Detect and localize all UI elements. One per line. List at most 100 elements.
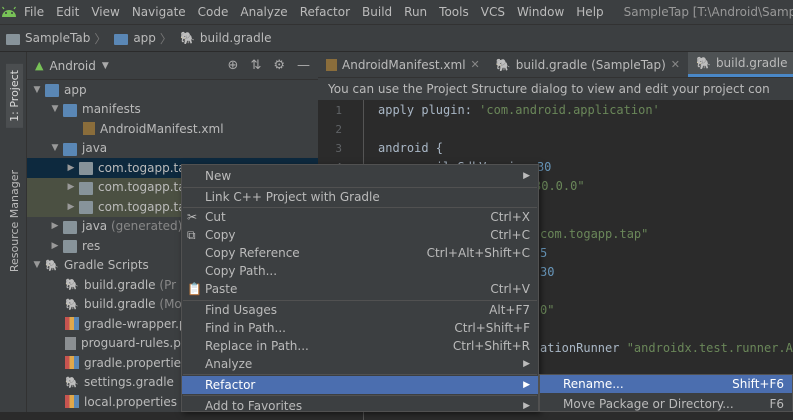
menu-item-link-cpp[interactable]: Link C++ Project with Gradle [182,188,538,206]
code-line: ationRunner "androidx.test.runner.And [540,341,793,355]
menu-item-copy[interactable]: ⧉ Copy Ctrl+C [182,226,538,244]
collapsed-arrow-icon[interactable]: ▶ [65,202,77,212]
folder-icon [6,33,20,45]
menu-item-refactor[interactable]: Refactor ▶ [182,376,538,394]
folder-icon [63,103,77,117]
tree-item-hint: (generated) [110,219,183,234]
breadcrumb-item-app[interactable]: app [108,31,158,45]
close-icon[interactable]: ✕ [471,58,480,71]
paste-icon: 📋 [187,281,202,296]
tree-item-label: gradle.propertie [84,355,182,370]
menu-item-shortcut: Ctrl+X [490,210,530,224]
submenu-arrow-icon: ▶ [523,380,530,390]
menu-view[interactable]: View [85,5,125,19]
breadcrumb-item-file[interactable]: 🐘 build.gradle [174,31,274,45]
tab-label: AndroidManifest.xml [342,57,466,72]
breadcrumb-label: build.gradle [199,31,272,45]
expanded-arrow-icon[interactable]: ▼ [49,104,61,114]
menu-item-label: Link C++ Project with Gradle [205,190,380,204]
context-menu: New ▶ Link C++ Project with Gradle ✂ Cut Ct… [181,164,539,415]
menu-item-shortcut: Ctrl+Shift+F [454,321,530,335]
menu-analyze[interactable]: Analyze [234,5,293,19]
tree-item-label: res [82,238,101,253]
collapse-icon[interactable]: ⇅ [250,58,261,73]
locate-icon[interactable]: ⊕ [228,58,239,73]
menu-item-label: Find in Path... [205,321,286,335]
tab-build-gradle-project[interactable]: 🐘 build.gradle (SampleTap) ✕ [488,52,688,77]
menu-item-label: Move Package or Directory... [563,397,734,411]
menu-help[interactable]: Help [570,5,609,19]
code-string: 0" [540,303,555,317]
menu-item-label: Add to Favorites [205,399,303,413]
menu-item-analyze[interactable]: Analyze ▶ [182,355,538,373]
menu-item-replace-in-path[interactable]: Replace in Path... Ctrl+Shift+R [182,337,538,355]
project-view-selector[interactable]: Android [49,59,95,73]
menu-item-cut[interactable]: ✂ Cut Ctrl+X [182,208,538,226]
menu-file[interactable]: File [18,5,50,19]
menu-item-add-to-favorites[interactable]: Add to Favorites ▶ [182,397,538,415]
menu-item-copy-reference[interactable]: Copy Reference Ctrl+Alt+Shift+C [182,244,538,262]
gradle-icon: 🐘 [495,57,511,72]
menu-item-shortcut: Alt+F7 [489,303,530,317]
close-icon[interactable]: ✕ [671,58,680,71]
menu-item-find-in-path[interactable]: Find in Path... Ctrl+Shift+F [182,319,538,337]
menu-vcs[interactable]: VCS [475,5,511,19]
chevron-down-icon[interactable]: ▼ [102,61,109,71]
tree-item-hint: (Mo [159,297,182,312]
menu-window[interactable]: Window [511,5,570,19]
tree-item-hint: (Pr [159,277,177,292]
menu-item-rename[interactable]: Rename... Shift+F6 [540,375,792,393]
menu-tools[interactable]: Tools [433,5,475,19]
code-string: "androidx.test.runner.And [626,341,793,355]
code-line: android { [378,141,444,155]
breadcrumb-item-project[interactable]: SampleTab [0,31,92,45]
menu-run[interactable]: Run [398,5,433,19]
menu-item-copy-path[interactable]: Copy Path... [182,262,538,280]
menu-code[interactable]: Code [192,5,235,19]
menu-navigate[interactable]: Navigate [126,5,192,19]
collapsed-arrow-icon[interactable]: ▶ [49,241,61,251]
tree-item-app[interactable]: ▼ app [27,80,318,100]
tab-label: build.gradle (SampleTap) [515,57,666,72]
expanded-arrow-icon[interactable]: ▼ [31,260,43,270]
tree-item-label: com.togapp.tap [98,180,194,195]
expanded-arrow-icon[interactable]: ▼ [31,85,43,95]
menu-item-new[interactable]: New ▶ [182,167,538,185]
window-title: SampleTap [T:\Android\SampleTab [623,5,793,19]
android-studio-logo-icon [0,0,18,24]
menu-build[interactable]: Build [356,5,398,19]
menu-item-label: Replace in Path... [205,339,309,353]
breadcrumb: SampleTab 〉 app 〉 🐘 build.gradle [0,24,793,52]
menu-item-label: Copy [205,228,236,242]
tree-item-label: app [64,82,87,97]
collapsed-arrow-icon[interactable]: ▶ [65,163,77,173]
tree-item-androidmanifest[interactable]: AndroidManifest.xml [27,119,318,139]
minimize-icon[interactable]: — [297,58,310,73]
chevron-right-icon: 〉 [159,31,172,46]
tab-project[interactable]: 1: Project [6,64,23,128]
menu-item-shortcut: F6 [769,397,784,411]
gradle-icon: 🐘 [179,31,195,45]
menu-edit[interactable]: Edit [50,5,85,19]
copy-icon: ⧉ [187,227,196,242]
folder-icon [114,33,129,45]
menu-item-shortcut: Ctrl+Alt+Shift+C [426,246,530,260]
tree-item-label: com.togapp.tap [98,199,194,214]
collapsed-arrow-icon[interactable]: ▶ [65,182,77,192]
expanded-arrow-icon[interactable]: ▼ [49,143,61,153]
gear-icon[interactable]: ⚙ [273,58,285,73]
tree-item-manifests[interactable]: ▼ manifests [27,100,318,120]
tab-build-gradle-app[interactable]: 🐘 build.gradle [687,52,793,77]
tree-item-java[interactable]: ▼ java [27,139,318,159]
menu-item-paste[interactable]: 📋 Paste Ctrl+V [182,280,538,298]
tab-label: build.gradle [715,56,788,70]
menu-item-find-usages[interactable]: Find Usages Alt+F7 [182,301,538,319]
tab-resource-manager[interactable]: Resource Manager [6,164,23,278]
collapsed-arrow-icon[interactable]: ▶ [49,221,61,231]
tab-androidmanifest[interactable]: AndroidManifest.xml ✕ [318,52,488,77]
left-tool-strip: 1: Project Resource Manager [0,52,27,412]
menu-refactor[interactable]: Refactor [294,5,356,19]
code-string: 'com.android.application' [479,103,660,117]
gradle-icon: 🐘 [45,258,59,272]
menu-item-move-package[interactable]: Move Package or Directory... F6 [540,395,792,413]
